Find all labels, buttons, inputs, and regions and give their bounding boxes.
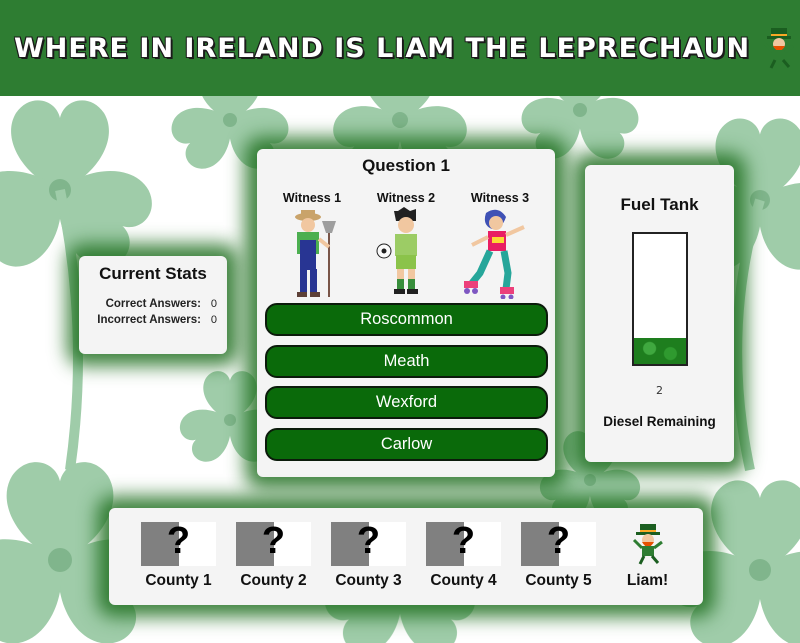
- county-placeholder: ?: [141, 520, 216, 566]
- farmer-icon: [295, 210, 336, 297]
- fuel-tank-title: Fuel Tank: [620, 195, 699, 214]
- incorrect-answers-value: 0: [210, 314, 217, 326]
- county-slot-1: ? County 1: [141, 520, 216, 605]
- question-mark-icon: ?: [356, 520, 381, 562]
- witness-label: Witness 3: [470, 191, 530, 205]
- page-title: Where in Ireland is Liam the Leprechaun: [13, 32, 751, 64]
- question-title: Question 1: [362, 156, 450, 175]
- fuel-gauge-fill: [633, 338, 686, 364]
- witness-1[interactable]: Witness 1: [268, 191, 356, 299]
- county-placeholder: ?: [426, 520, 501, 566]
- question-mark-icon: ?: [261, 520, 286, 562]
- county-slot-2: ? County 2: [236, 520, 311, 605]
- county-slot-5: ? County 5: [521, 520, 596, 605]
- current-stats-panel: Current Stats Correct Answers: 0 Incorre…: [79, 256, 227, 354]
- county-placeholder: ?: [521, 520, 596, 566]
- liam-slot: Liam!: [616, 522, 679, 605]
- county-label: County 5: [525, 572, 592, 589]
- answer-button-meath[interactable]: Meath: [265, 344, 548, 378]
- witness-2[interactable]: Witness 2: [362, 191, 450, 299]
- liam-label: Liam!: [626, 572, 669, 589]
- county-label: County 1: [145, 572, 212, 589]
- question-mark-icon: ?: [546, 520, 571, 562]
- county-label: County 4: [430, 572, 497, 589]
- answer-button-carlow[interactable]: Carlow: [265, 427, 548, 461]
- fuel-gauge: [631, 232, 688, 366]
- fuel-tank-panel: Fuel Tank 2 Diesel Remaining: [585, 165, 734, 462]
- correct-answers-row: Correct Answers: 0: [89, 296, 217, 312]
- witness-label: Witness 1: [282, 191, 342, 205]
- witness-label: Witness 2: [376, 191, 436, 205]
- roller-skater-icon: [464, 209, 525, 299]
- incorrect-answers-row: Incorrect Answers: 0: [89, 312, 217, 328]
- county-slot-3: ? County 3: [331, 520, 406, 605]
- answer-list: Roscommon Meath Wexford Carlow: [265, 303, 548, 461]
- question-mark-icon: ?: [451, 520, 476, 562]
- county-slot-4: ? County 4: [426, 520, 501, 605]
- stats-title: Current Stats: [99, 264, 207, 283]
- incorrect-answers-label: Incorrect Answers:: [97, 314, 201, 326]
- witness-list: Witness 1 Witness 2 Witness 3: [265, 191, 547, 299]
- leprechaun-icon: [632, 524, 663, 565]
- answer-button-wexford[interactable]: Wexford: [265, 386, 548, 419]
- fuel-footer-label: Diesel Remaining: [603, 414, 716, 429]
- correct-answers-label: Correct Answers:: [105, 298, 201, 310]
- county-label: County 2: [240, 572, 307, 589]
- question-mark-icon: ?: [166, 520, 191, 562]
- correct-answers-value: 0: [210, 298, 217, 310]
- leprechaun-icon: [764, 28, 794, 69]
- fuel-value: 2: [656, 384, 663, 397]
- app-header: Where in Ireland is Liam the Leprechaun: [0, 0, 800, 96]
- witness-3[interactable]: Witness 3: [456, 191, 544, 299]
- footballer-icon: [376, 207, 418, 294]
- question-panel: Question 1 Witness 1 Witness 2 Witness 3…: [257, 149, 555, 477]
- county-progress-panel: ? County 1 ? County 2 ? County 3 ? Count…: [109, 508, 703, 605]
- answer-button-roscommon[interactable]: Roscommon: [265, 303, 548, 336]
- county-placeholder: ?: [236, 520, 311, 566]
- county-placeholder: ?: [331, 520, 406, 566]
- county-label: County 3: [335, 572, 402, 589]
